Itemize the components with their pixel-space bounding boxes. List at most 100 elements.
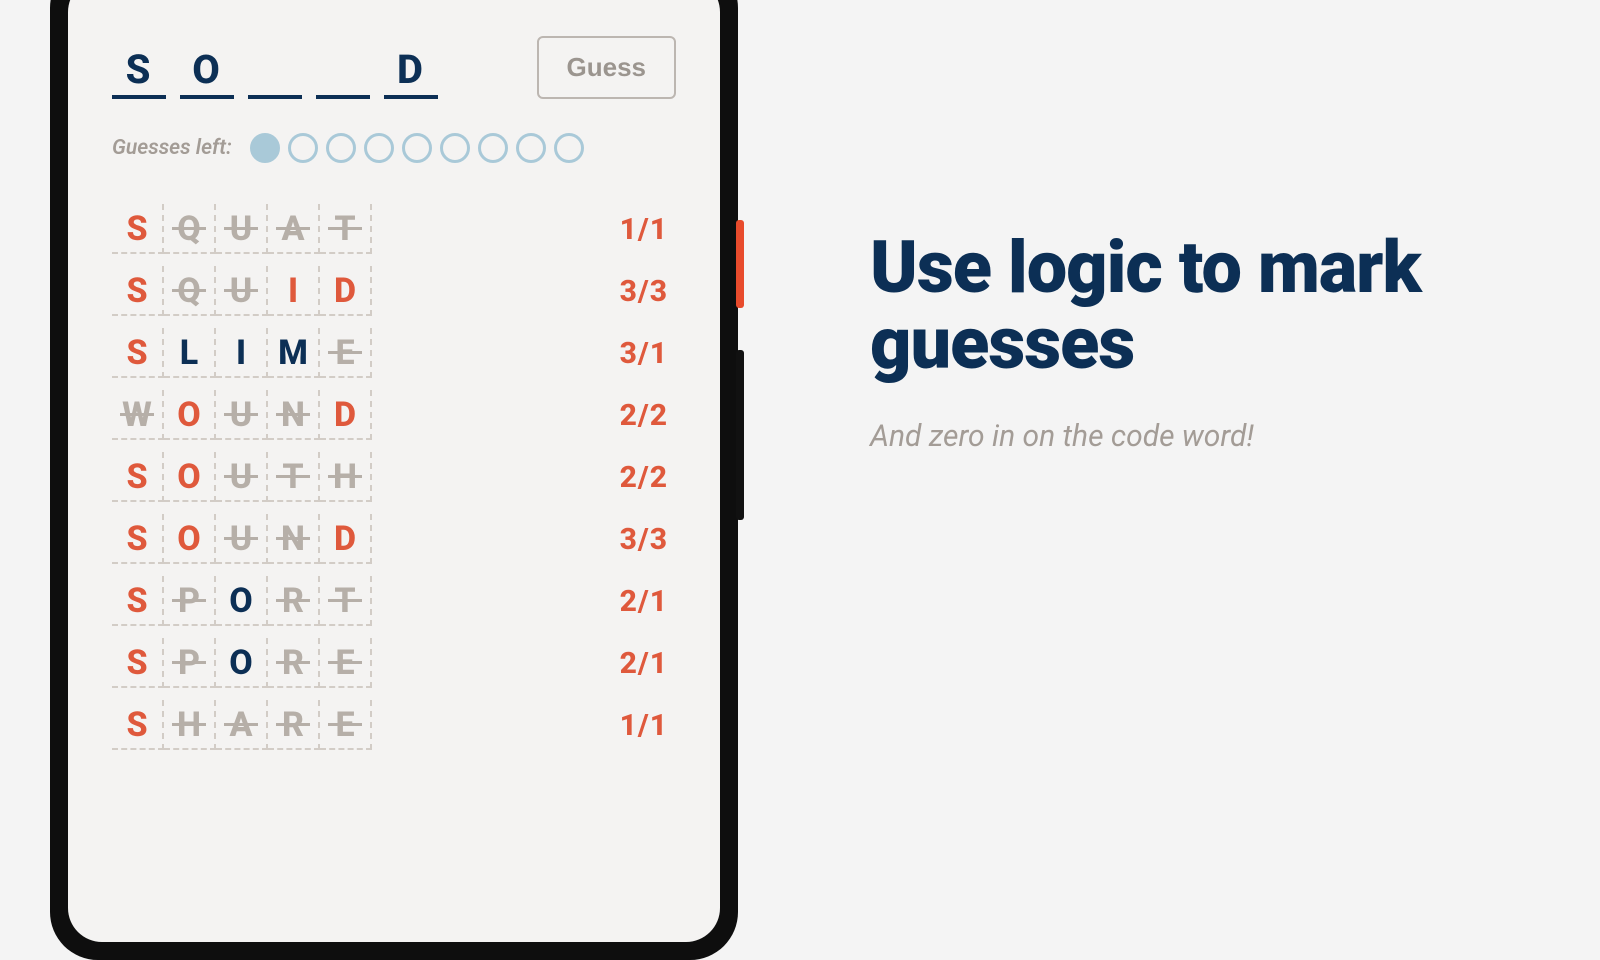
guess-score: 1/1 — [620, 212, 668, 247]
promo-subtitle: And zero in on the code word! — [870, 419, 1520, 454]
letter-cell[interactable]: D — [320, 514, 372, 564]
guess-cells: SHARE — [112, 700, 372, 750]
letter-cell[interactable]: E — [320, 328, 372, 378]
letter-cell[interactable]: T — [268, 452, 320, 502]
guess-row: SOUND 3/3 — [112, 513, 676, 565]
guess-list: SQUAT1/1SQUID3/3SLIME3/1WOUND2/2SOUTH2/2… — [112, 203, 676, 751]
letter-cell[interactable]: S — [112, 700, 164, 750]
letter-cell[interactable]: A — [268, 204, 320, 254]
answer-slot[interactable]: S — [112, 46, 166, 99]
letter-cell[interactable]: R — [268, 700, 320, 750]
guess-cells: SLIME — [112, 328, 372, 378]
guess-dot — [250, 133, 280, 163]
answer-slot[interactable]: · — [248, 46, 302, 99]
guess-cells: SOUND — [112, 514, 372, 564]
letter-cell[interactable]: S — [112, 514, 164, 564]
letter-cell[interactable]: U — [216, 452, 268, 502]
guess-score: 1/1 — [620, 708, 668, 743]
letter-cell[interactable]: E — [320, 638, 372, 688]
guess-cells: SQUAT — [112, 204, 372, 254]
guess-score: 2/1 — [620, 646, 668, 681]
letter-cell[interactable]: W — [112, 390, 164, 440]
guess-score: 3/1 — [620, 336, 668, 371]
answer-slot[interactable]: O — [180, 46, 234, 99]
letter-cell[interactable]: S — [112, 638, 164, 688]
guesses-left-label: Guesses left: — [112, 136, 232, 160]
letter-cell[interactable]: H — [320, 452, 372, 502]
guess-cells: SQUID — [112, 266, 372, 316]
letter-cell[interactable]: T — [320, 576, 372, 626]
phone-power-button — [736, 220, 744, 308]
letter-cell[interactable]: N — [268, 514, 320, 564]
guess-row: SLIME 3/1 — [112, 327, 676, 379]
letter-cell[interactable]: Q — [164, 266, 216, 316]
letter-cell[interactable]: H — [164, 700, 216, 750]
letter-cell[interactable]: U — [216, 266, 268, 316]
letter-cell[interactable]: N — [268, 390, 320, 440]
guess-cells: SOUTH — [112, 452, 372, 502]
letter-cell[interactable]: E — [320, 700, 372, 750]
guess-score: 2/2 — [620, 460, 668, 495]
letter-cell[interactable]: I — [216, 328, 268, 378]
guess-dot — [364, 133, 394, 163]
guess-score: 3/3 — [620, 274, 668, 309]
guesses-left-row: Guesses left: — [112, 133, 676, 163]
letter-cell[interactable]: U — [216, 390, 268, 440]
guess-score: 3/3 — [620, 522, 668, 557]
guess-dot — [516, 133, 546, 163]
phone-frame: SO··D Guess Guesses left: SQUAT1/1SQUID3… — [50, 0, 738, 960]
guess-button[interactable]: Guess — [537, 36, 677, 99]
letter-cell[interactable]: S — [112, 576, 164, 626]
letter-cell[interactable]: U — [216, 514, 268, 564]
guess-dot — [326, 133, 356, 163]
guess-row: SPORE 2/1 — [112, 637, 676, 689]
answer-slot[interactable]: D — [384, 46, 438, 99]
guess-score: 2/2 — [620, 398, 668, 433]
letter-cell[interactable]: L — [164, 328, 216, 378]
letter-cell[interactable]: D — [320, 266, 372, 316]
promo-text: Use logic to mark guesses And zero in on… — [870, 230, 1520, 454]
answer-slot[interactable]: · — [316, 46, 370, 99]
letter-cell[interactable]: A — [216, 700, 268, 750]
letter-cell[interactable]: U — [216, 204, 268, 254]
phone-screen: SO··D Guess Guesses left: SQUAT1/1SQUID3… — [68, 0, 720, 942]
guess-row: SOUTH 2/2 — [112, 451, 676, 503]
letter-cell[interactable]: S — [112, 328, 164, 378]
guesses-left-dots — [250, 133, 584, 163]
letter-cell[interactable]: R — [268, 638, 320, 688]
guess-row: SQUAT 1/1 — [112, 203, 676, 255]
letter-cell[interactable]: O — [164, 514, 216, 564]
phone-volume-button — [736, 350, 744, 520]
guess-row: WOUND 2/2 — [112, 389, 676, 441]
guess-dot — [288, 133, 318, 163]
letter-cell[interactable]: T — [320, 204, 372, 254]
letter-cell[interactable]: O — [164, 390, 216, 440]
letter-cell[interactable]: O — [216, 576, 268, 626]
guess-row: SQUID 3/3 — [112, 265, 676, 317]
guess-cells: SPORT — [112, 576, 372, 626]
guess-dot — [440, 133, 470, 163]
guess-cells: SPORE — [112, 638, 372, 688]
letter-cell[interactable]: R — [268, 576, 320, 626]
letter-cell[interactable]: O — [164, 452, 216, 502]
letter-cell[interactable]: P — [164, 576, 216, 626]
guess-dot — [478, 133, 508, 163]
guess-score: 2/1 — [620, 584, 668, 619]
letter-cell[interactable]: S — [112, 266, 164, 316]
promo-title: Use logic to mark guesses — [870, 230, 1520, 381]
letter-cell[interactable]: I — [268, 266, 320, 316]
letter-cell[interactable]: Q — [164, 204, 216, 254]
guess-row: SHARE 1/1 — [112, 699, 676, 751]
guess-row: SPORT 2/1 — [112, 575, 676, 627]
letter-cell[interactable]: O — [216, 638, 268, 688]
letter-cell[interactable]: P — [164, 638, 216, 688]
letter-cell[interactable]: D — [320, 390, 372, 440]
answer-row: SO · · D Guess — [112, 36, 676, 99]
answer-slots: SO · · D — [112, 46, 438, 99]
letter-cell[interactable]: S — [112, 204, 164, 254]
guess-dot — [554, 133, 584, 163]
letter-cell[interactable]: M — [268, 328, 320, 378]
guess-cells: WOUND — [112, 390, 372, 440]
guess-dot — [402, 133, 432, 163]
letter-cell[interactable]: S — [112, 452, 164, 502]
